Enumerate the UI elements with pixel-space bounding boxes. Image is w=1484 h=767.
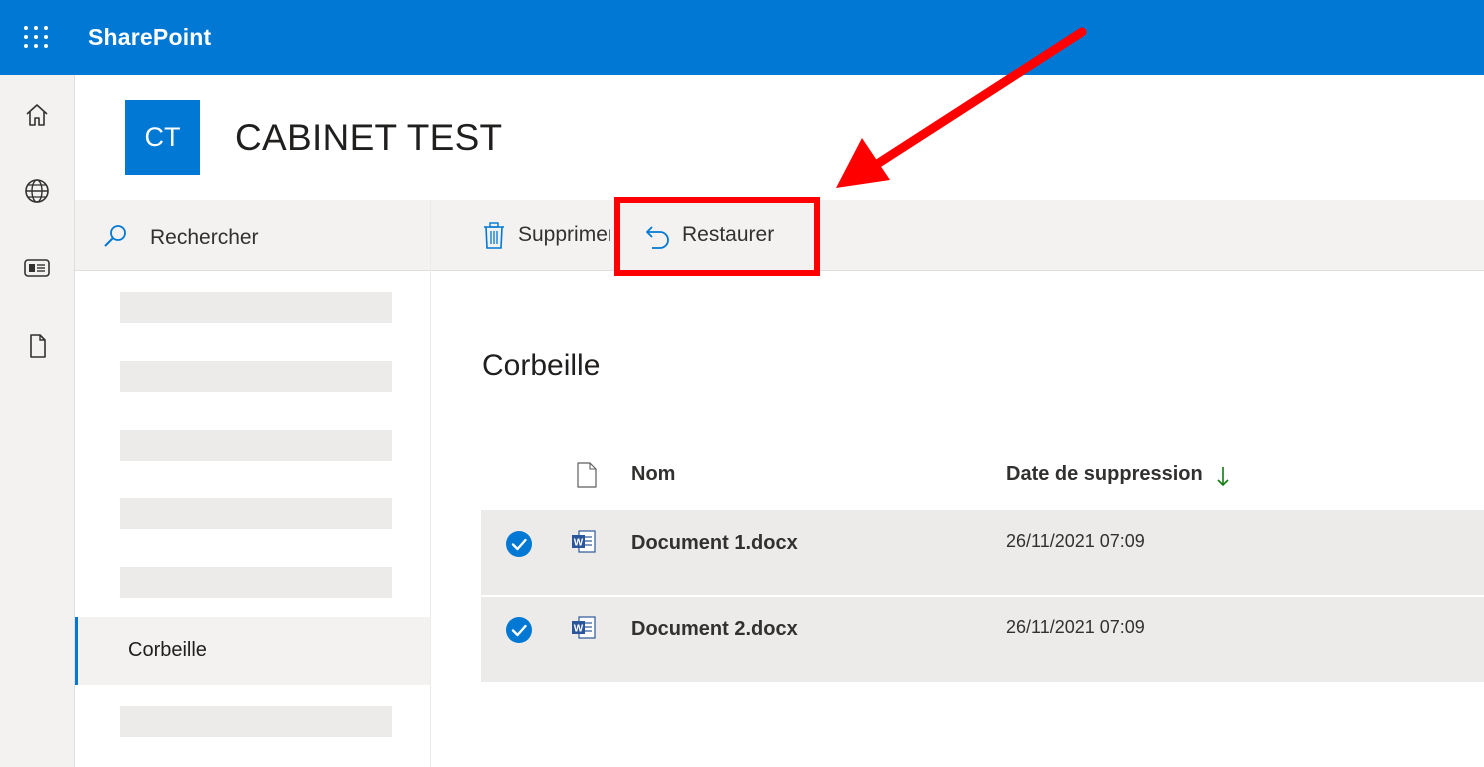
document-icon[interactable] [22, 331, 52, 361]
row-selected-check-icon[interactable] [506, 617, 532, 643]
search-icon[interactable] [102, 222, 130, 250]
globe-icon[interactable] [22, 176, 52, 206]
file-name[interactable]: Document 1.docx [631, 532, 798, 555]
nav-selected-indicator [75, 617, 78, 685]
deletion-date: 26/11/2021 07:09 [1006, 617, 1145, 637]
word-file-icon: W [571, 529, 597, 555]
nav-item-placeholder[interactable] [120, 706, 392, 737]
nav-item-placeholder[interactable] [120, 292, 392, 323]
row-selected-check-icon[interactable] [506, 531, 532, 557]
column-header-date[interactable]: Date de suppression [1006, 463, 1203, 486]
delete-button-label: Supprimer [518, 223, 610, 246]
annotation-highlight-box [614, 197, 820, 276]
annotation-arrow [836, 27, 1087, 188]
svg-text:W: W [574, 624, 584, 635]
nav-item-label[interactable]: Corbeille [128, 639, 207, 662]
sort-descending-icon[interactable] [1216, 464, 1230, 488]
news-icon[interactable] [22, 253, 52, 283]
file-type-column-icon[interactable] [576, 462, 598, 488]
word-file-icon: W [571, 615, 597, 641]
nav-item-placeholder[interactable] [120, 361, 392, 392]
search-input[interactable]: Rechercher [150, 226, 259, 250]
delete-button[interactable]: Supprimer [480, 218, 610, 254]
svg-text:W: W [574, 538, 584, 549]
nav-item-placeholder[interactable] [120, 498, 392, 529]
app-brand[interactable]: SharePoint [88, 24, 211, 51]
site-title[interactable]: CABINET TEST [235, 117, 502, 159]
home-icon[interactable] [22, 100, 52, 130]
suite-header [0, 0, 1484, 75]
column-header-name[interactable]: Nom [631, 463, 675, 486]
nav-item-placeholder[interactable] [120, 430, 392, 461]
trash-icon [482, 222, 506, 254]
nav-item-placeholder[interactable] [120, 567, 392, 598]
file-name[interactable]: Document 2.docx [631, 618, 798, 641]
app-launcher-icon[interactable] [24, 26, 50, 50]
deletion-date: 26/11/2021 07:09 [1006, 531, 1145, 551]
page-title: Corbeille [482, 349, 601, 382]
site-logo[interactable]: CT [125, 100, 200, 175]
